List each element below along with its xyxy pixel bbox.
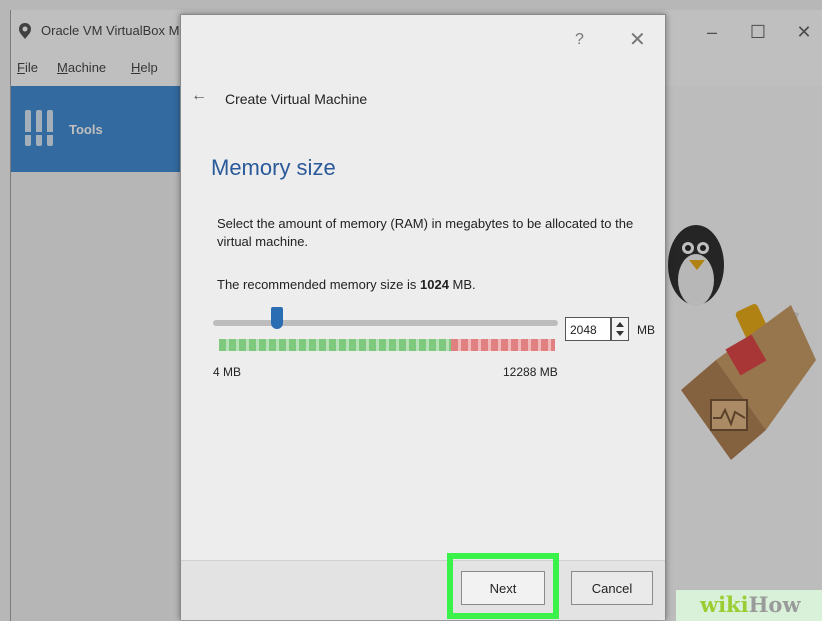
create-vm-dialog: ? ✕ ← Create Virtual Machine Memory size…	[180, 14, 666, 620]
spin-arrows-icon	[616, 322, 624, 336]
back-arrow-icon[interactable]: ←	[191, 87, 207, 105]
memory-scale-bar	[219, 339, 555, 351]
recommended-suffix: MB.	[448, 277, 476, 292]
recommended-memory-text: The recommended memory size is 1024 MB.	[217, 277, 476, 292]
memory-slider-track[interactable]	[213, 320, 558, 326]
cancel-button[interactable]: Cancel	[571, 571, 653, 605]
wikihow-watermark: wikiHow	[700, 592, 801, 617]
recommended-prefix: The recommended memory size is	[217, 277, 421, 292]
memory-unit-label: MB	[637, 323, 655, 337]
next-button[interactable]: Next	[461, 571, 545, 605]
description-text: Select the amount of memory (RAM) in meg…	[217, 216, 634, 249]
page-title: Memory size	[211, 155, 336, 180]
dialog-close-button[interactable]: ✕	[629, 27, 646, 52]
scale-safe-range	[219, 339, 451, 351]
scale-unsafe-range	[451, 339, 555, 351]
memory-size-input[interactable]: 2048	[565, 317, 611, 341]
slider-min-label: 4 MB	[213, 365, 242, 379]
watermark-wiki: wiki	[700, 592, 749, 617]
memory-slider-handle[interactable]	[271, 307, 283, 329]
watermark-how: How	[748, 592, 801, 617]
recommended-value: 1024	[420, 277, 449, 292]
memory-spinner[interactable]	[611, 317, 629, 341]
dialog-title: Create Virtual Machine	[225, 91, 368, 107]
slider-max-label: 12288 MB	[503, 365, 558, 379]
help-button[interactable]: ?	[575, 31, 584, 49]
